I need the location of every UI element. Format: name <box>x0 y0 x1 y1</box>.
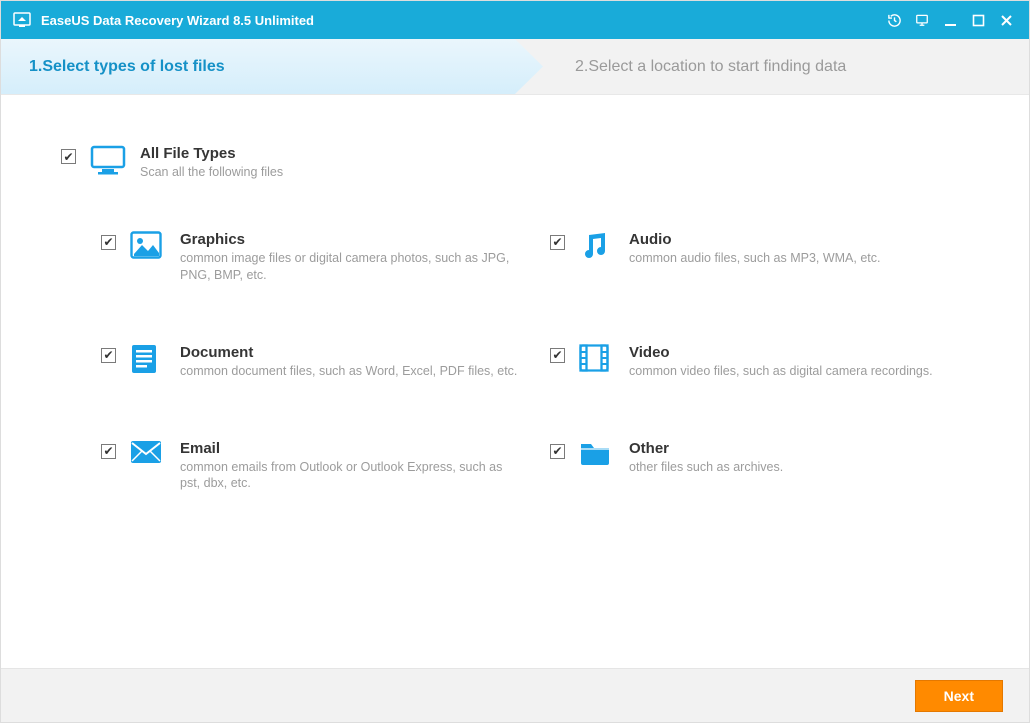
video-desc: common video files, such as digital came… <box>629 363 933 380</box>
titlebar: EaseUS Data Recovery Wizard 8.5 Unlimite… <box>1 1 1029 39</box>
next-button[interactable]: Next <box>915 680 1003 712</box>
step-2-label: 2.Select a location to start finding dat… <box>575 58 846 76</box>
filetype-audio: ✔ Audio common audio files, such as MP3,… <box>550 231 969 284</box>
all-title: All File Types <box>140 145 283 162</box>
filetype-video: ✔ Video common video files, such as digi… <box>550 344 969 380</box>
filetype-email: ✔ Email common emails from Outlook or Ou… <box>101 440 520 493</box>
document-icon <box>130 344 166 374</box>
step-1: 1.Select types of lost files <box>1 39 515 94</box>
checkbox-video[interactable]: ✔ <box>550 348 565 363</box>
music-icon <box>579 231 615 261</box>
film-icon <box>579 344 615 372</box>
maximize-icon[interactable] <box>967 9 989 31</box>
folder-icon <box>579 440 615 466</box>
wizard-steps: 1.Select types of lost files 2.Select a … <box>1 39 1029 95</box>
content-area: ✔ All File Types Scan all the following … <box>1 95 1029 502</box>
checkbox-audio[interactable]: ✔ <box>550 235 565 250</box>
close-icon[interactable] <box>995 9 1017 31</box>
other-title: Other <box>629 440 783 457</box>
checkbox-graphics[interactable]: ✔ <box>101 235 116 250</box>
audio-desc: common audio files, such as MP3, WMA, et… <box>629 250 880 267</box>
filetype-document: ✔ Document common document files, such a… <box>101 344 520 380</box>
image-icon <box>130 231 166 259</box>
filetype-graphics: ✔ Graphics common image files or digital… <box>101 231 520 284</box>
document-desc: common document files, such as Word, Exc… <box>180 363 517 380</box>
checkbox-all[interactable]: ✔ <box>61 149 76 164</box>
document-title: Document <box>180 344 517 361</box>
app-icon <box>13 11 31 29</box>
filetype-other: ✔ Other other files such as archives. <box>550 440 969 493</box>
checkbox-other[interactable]: ✔ <box>550 444 565 459</box>
video-title: Video <box>629 344 933 361</box>
history-icon[interactable] <box>883 9 905 31</box>
all-desc: Scan all the following files <box>140 164 283 181</box>
monitor-icon <box>90 145 126 177</box>
feedback-icon[interactable] <box>911 9 933 31</box>
filetype-all: ✔ All File Types Scan all the following … <box>61 145 969 181</box>
footer-bar: Next <box>1 668 1029 722</box>
email-desc: common emails from Outlook or Outlook Ex… <box>180 459 520 493</box>
app-title: EaseUS Data Recovery Wizard 8.5 Unlimite… <box>41 13 314 28</box>
other-desc: other files such as archives. <box>629 459 783 476</box>
step-2: 2.Select a location to start finding dat… <box>515 39 1029 94</box>
step-1-label: 1.Select types of lost files <box>29 58 225 76</box>
minimize-icon[interactable] <box>939 9 961 31</box>
graphics-title: Graphics <box>180 231 520 248</box>
checkbox-email[interactable]: ✔ <box>101 444 116 459</box>
graphics-desc: common image files or digital camera pho… <box>180 250 520 284</box>
audio-title: Audio <box>629 231 880 248</box>
checkbox-document[interactable]: ✔ <box>101 348 116 363</box>
email-title: Email <box>180 440 520 457</box>
envelope-icon <box>130 440 166 464</box>
